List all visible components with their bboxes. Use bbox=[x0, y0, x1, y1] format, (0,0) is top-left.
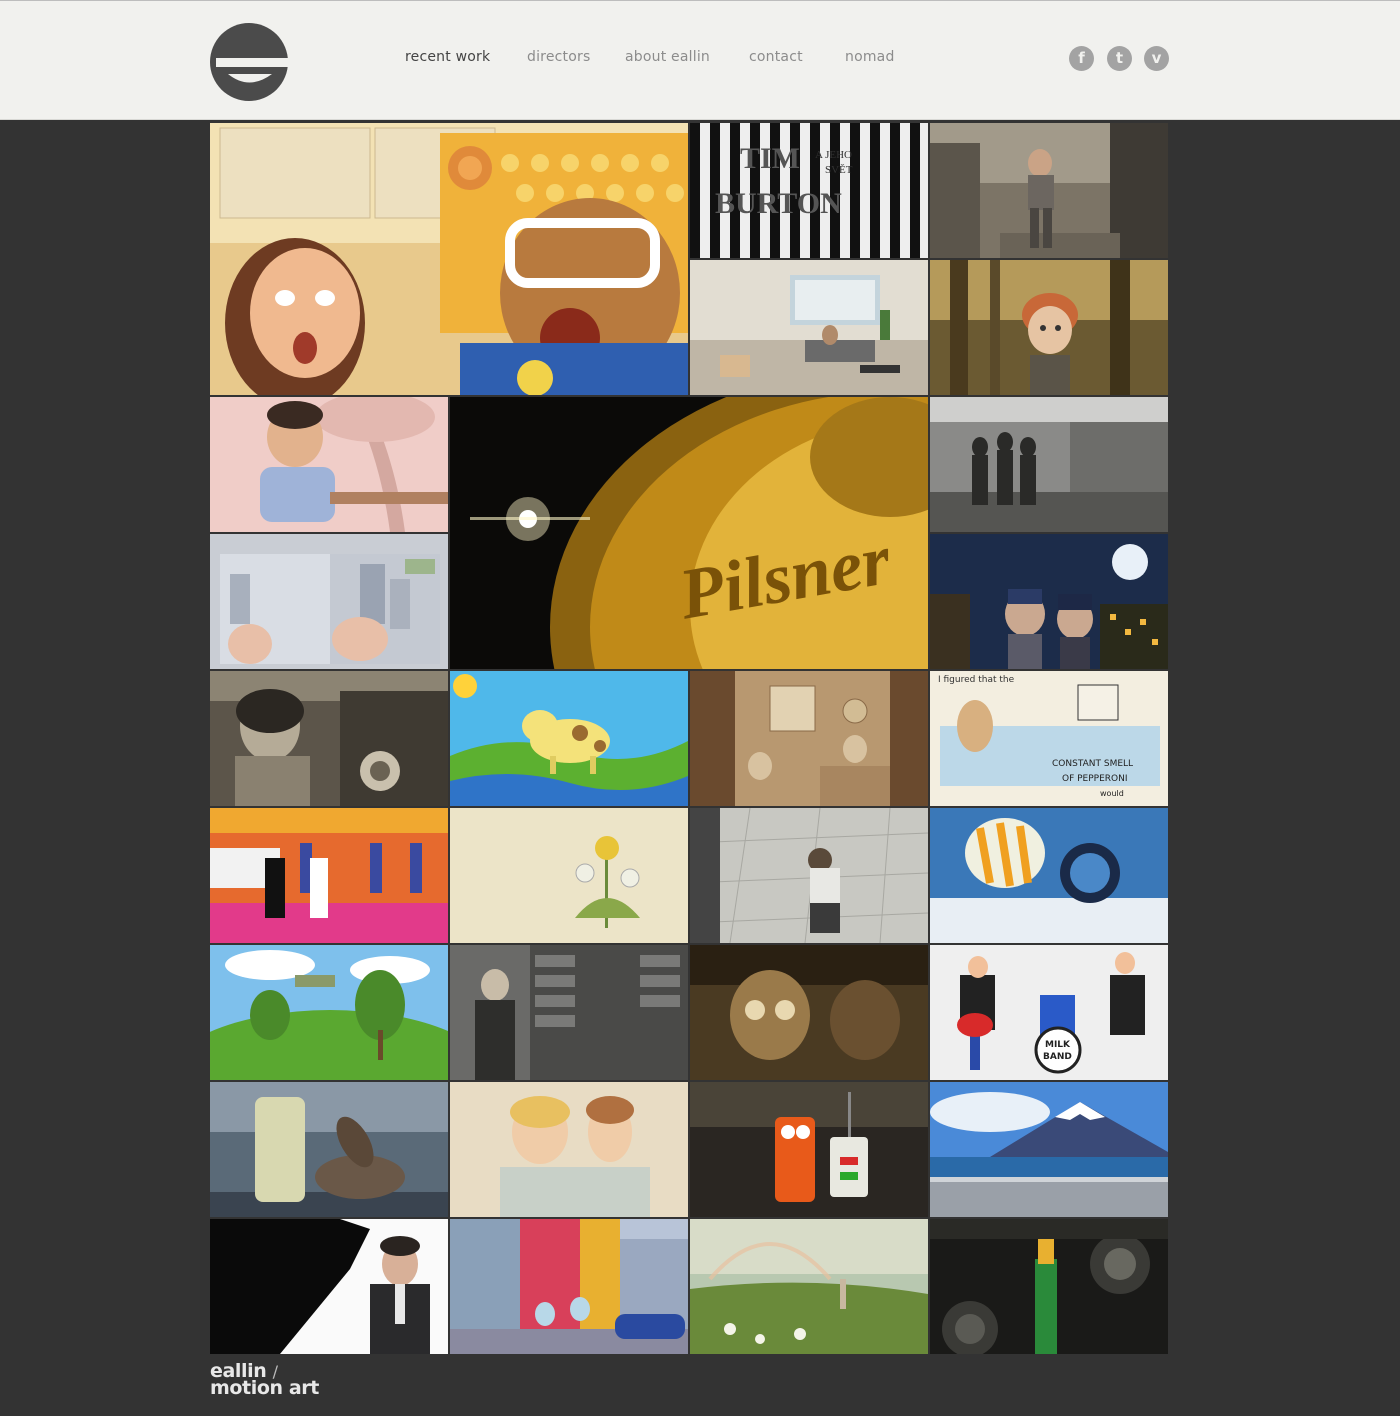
tim-burton-title-text: TIM bbox=[740, 142, 800, 175]
work-thumbnail-giant-woman-city[interactable] bbox=[930, 123, 1168, 258]
work-thumbnail-two-women-sketch[interactable] bbox=[450, 1082, 688, 1217]
facebook-icon[interactable]: f bbox=[1069, 46, 1094, 71]
work-thumbnail-living-room[interactable] bbox=[690, 260, 928, 395]
twitter-icon[interactable]: t bbox=[1107, 46, 1132, 71]
work-thumbnail-man-lying[interactable] bbox=[690, 808, 928, 943]
nav-about-eallin[interactable]: about eallin bbox=[625, 49, 710, 65]
work-thumbnail-archive-man[interactable] bbox=[450, 945, 688, 1080]
work-thumbnail-orange-character[interactable] bbox=[690, 1082, 928, 1217]
work-thumbnail-meadow-rainbow[interactable] bbox=[690, 1219, 928, 1354]
footer-logo-line2: motion art bbox=[210, 1377, 319, 1399]
nav-nomad[interactable]: nomad bbox=[845, 49, 895, 65]
work-thumbnail-girl-sepia[interactable] bbox=[210, 671, 448, 806]
vimeo-icon[interactable]: v bbox=[1144, 46, 1169, 71]
work-thumbnail-red-carpet[interactable] bbox=[210, 808, 448, 943]
work-thumbnail-pepperoni-sketch[interactable]: I figured that the CONSTANT SMELL OF PEP… bbox=[930, 671, 1168, 806]
work-thumbnail-old-puppet[interactable] bbox=[690, 945, 928, 1080]
site-header: recent work directors about eallin conta… bbox=[0, 0, 1400, 120]
work-thumbnail-pilsner-coin[interactable]: Pilsner bbox=[450, 397, 928, 669]
work-thumbnail-mount-fuji[interactable] bbox=[930, 1082, 1168, 1217]
pepperoni-caption-2: OF PEPPERONI bbox=[1062, 774, 1128, 784]
nav-contact[interactable]: contact bbox=[749, 49, 803, 65]
work-thumbnail-burglars-moon[interactable] bbox=[930, 534, 1168, 669]
work-thumbnail-girl-forest[interactable] bbox=[930, 260, 1168, 395]
work-thumbnail-businessman-bw[interactable] bbox=[210, 1219, 448, 1354]
pepperoni-caption-3: would bbox=[1100, 789, 1124, 798]
tim-burton-subtitle-text-2: SVĚT bbox=[825, 164, 853, 176]
work-thumbnail-green-hills[interactable] bbox=[210, 945, 448, 1080]
work-thumbnail-seal-fridge[interactable] bbox=[210, 1082, 448, 1217]
pepperoni-caption-top: I figured that the bbox=[938, 675, 1015, 685]
work-thumbnail-fish-watch[interactable] bbox=[930, 808, 1168, 943]
work-thumbnail-machine-bottle[interactable] bbox=[930, 1219, 1168, 1354]
milk-band-drum-text-2: BAND bbox=[1043, 1052, 1072, 1062]
work-thumbnail-dandelion-sketch[interactable] bbox=[450, 808, 688, 943]
work-thumbnail-paper-office[interactable] bbox=[690, 671, 928, 806]
nav-directors[interactable]: directors bbox=[527, 49, 590, 65]
pepperoni-caption-1: CONSTANT SMELL bbox=[1052, 759, 1133, 769]
work-thumbnail-grid: TIM BURTON A JEHO SVĚT Pilsner I figured… bbox=[210, 123, 1168, 1355]
work-thumbnail-shadow-ruins[interactable] bbox=[930, 397, 1168, 532]
eallin-e-logo-icon[interactable] bbox=[210, 23, 288, 101]
work-thumbnail-paper-city[interactable] bbox=[210, 534, 448, 669]
work-thumbnail-cartoon-cow[interactable] bbox=[450, 671, 688, 806]
milk-band-drum-text: MILK bbox=[1045, 1040, 1071, 1050]
work-thumbnail-cartoon-kitchen[interactable] bbox=[210, 123, 688, 395]
footer-eallin-logo[interactable]: eallin / motion art bbox=[210, 1362, 319, 1399]
work-thumbnail-milk-band[interactable]: MILK BAND bbox=[930, 945, 1168, 1080]
work-thumbnail-police-station[interactable] bbox=[450, 1219, 688, 1354]
tim-burton-subtitle-text: A JEHO bbox=[815, 149, 852, 161]
work-thumbnail-thinking-man[interactable] bbox=[210, 397, 448, 532]
work-thumbnail-tim-burton[interactable]: TIM BURTON A JEHO SVĚT bbox=[690, 123, 928, 258]
nav-recent-work[interactable]: recent work bbox=[405, 49, 490, 65]
tim-burton-title-text-2: BURTON bbox=[715, 187, 842, 220]
